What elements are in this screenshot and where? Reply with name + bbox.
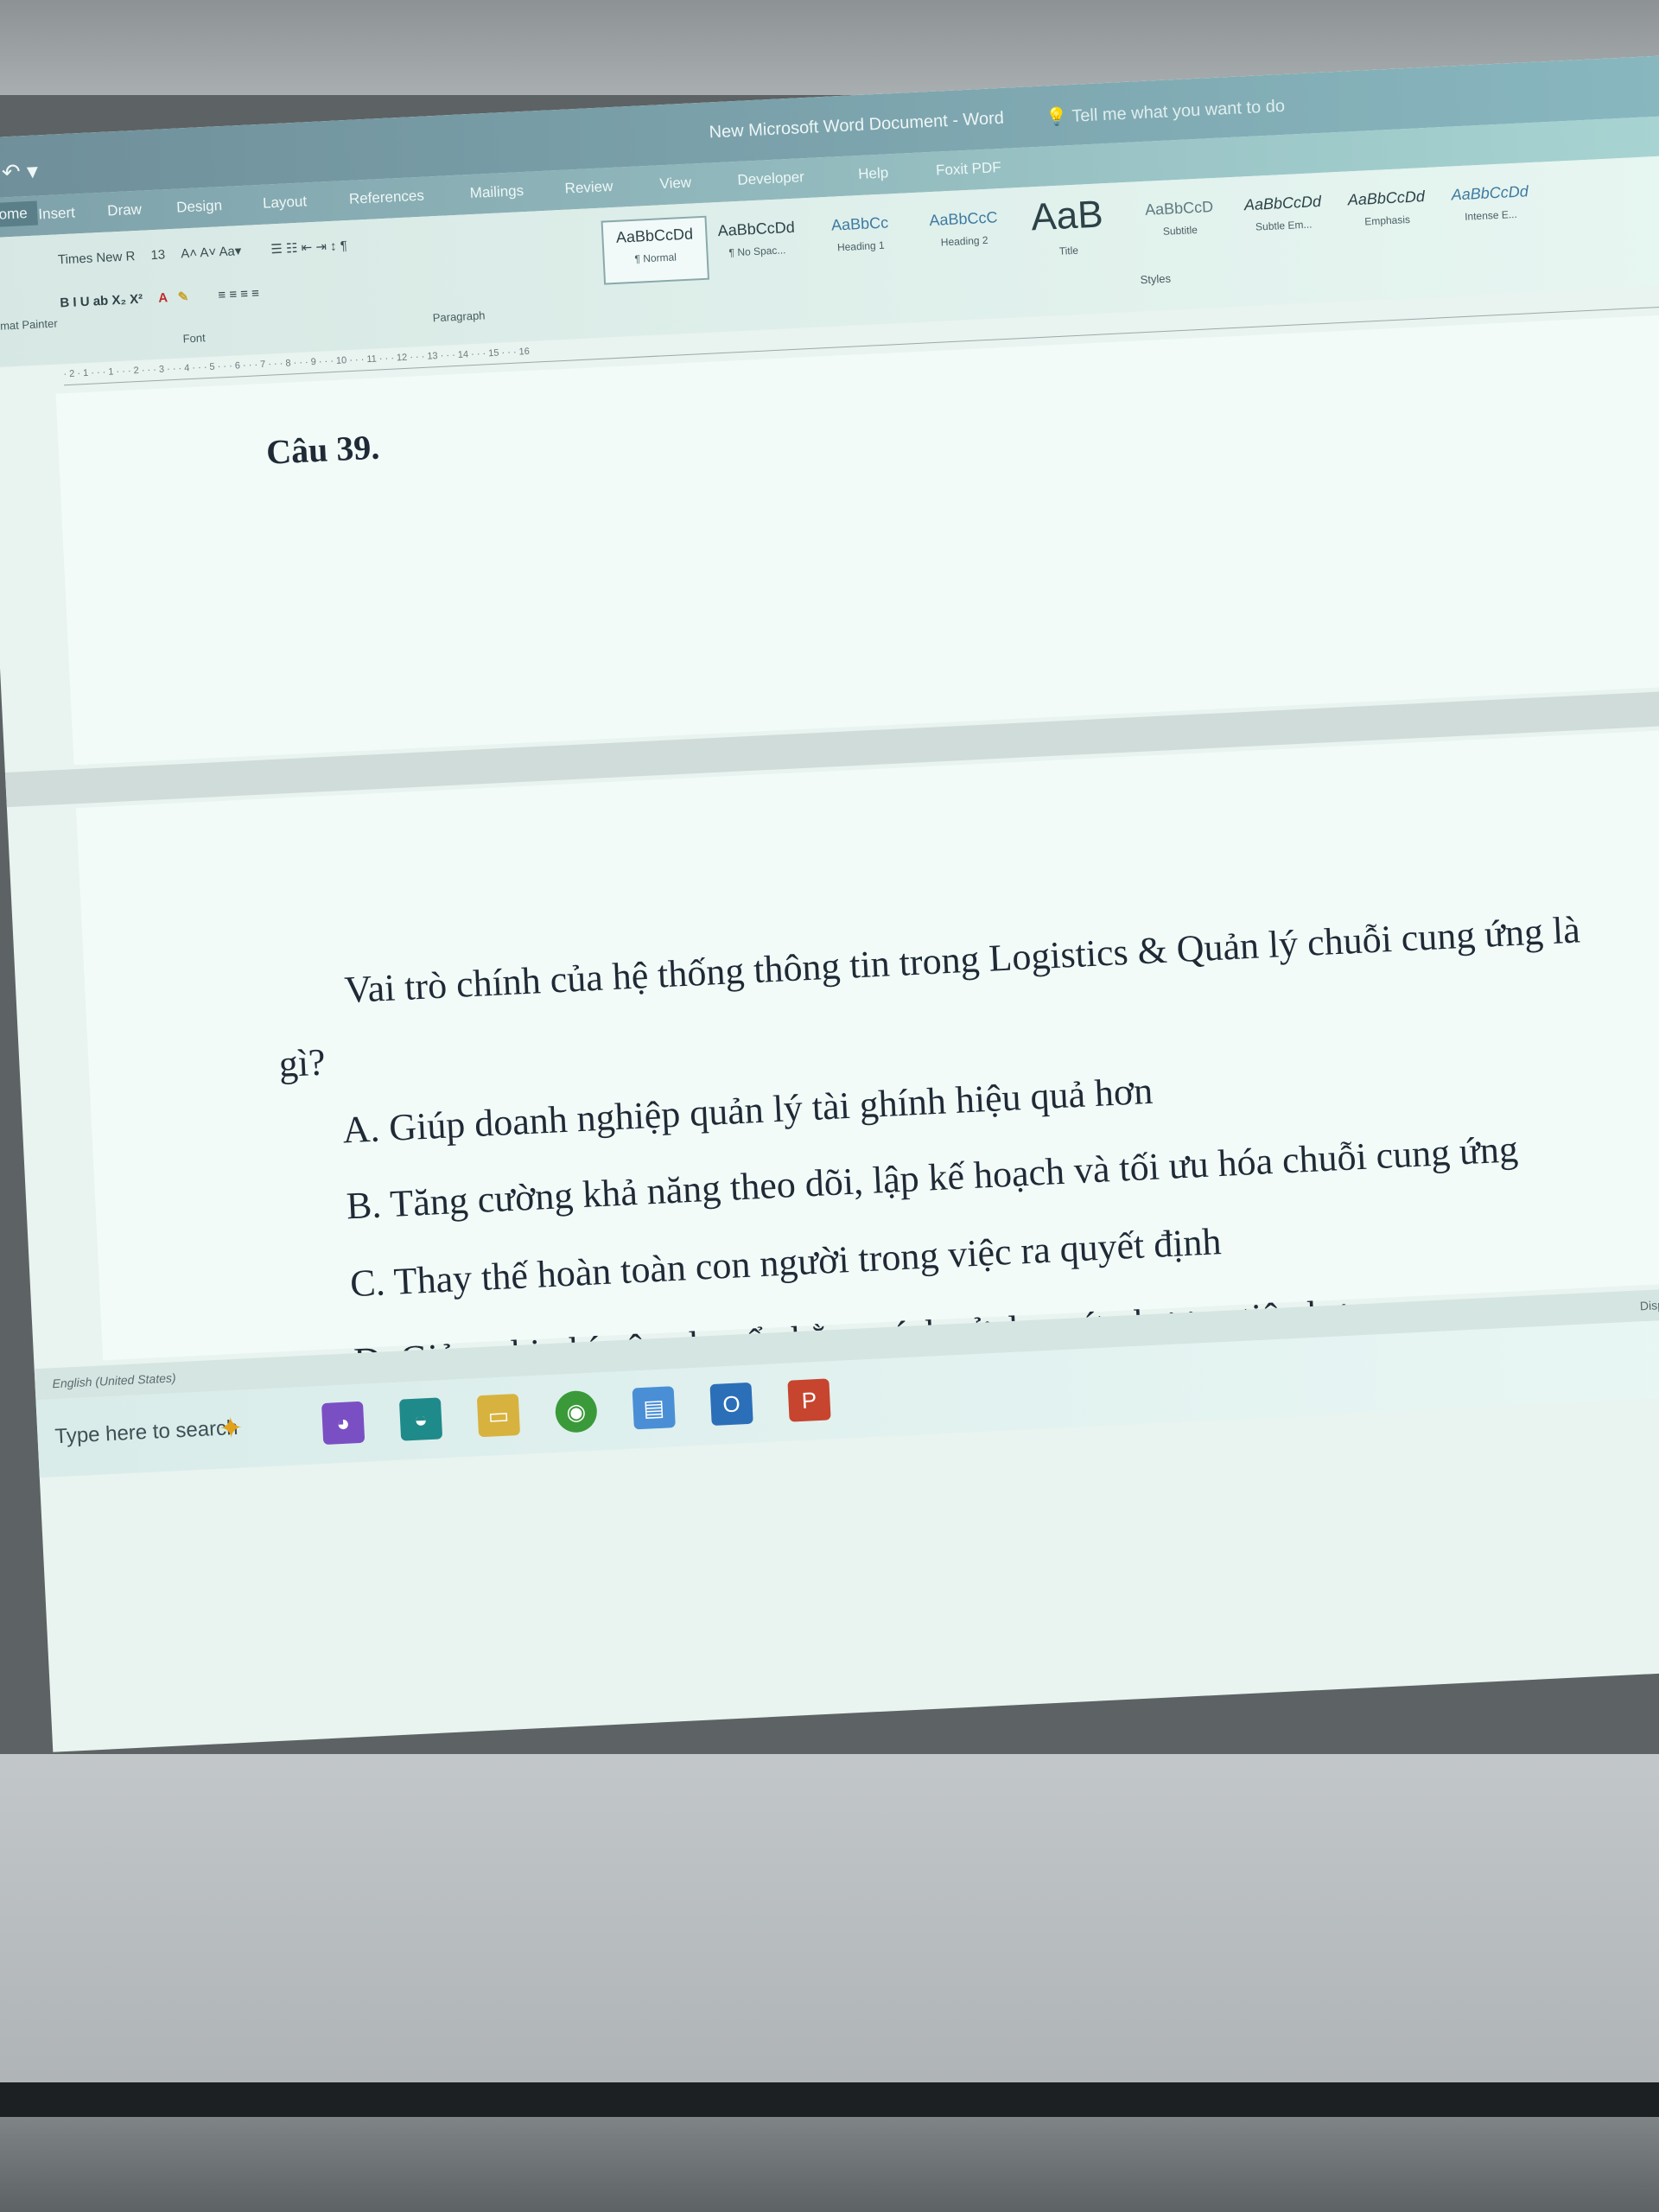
style-sample: AaBbCc [830, 213, 889, 234]
tab-view[interactable]: View [659, 175, 691, 194]
room-background [0, 2117, 1659, 2212]
calendar-app-icon[interactable]: ▤ [632, 1386, 676, 1430]
style-sample: AaBbCcDd [1451, 182, 1529, 204]
style-subtle-emphasis[interactable]: AaBbCcDd Subtle Em... [1231, 185, 1336, 251]
tell-me-text: Tell me what you want to do [1071, 96, 1286, 126]
tab-help[interactable]: Help [858, 164, 889, 183]
font-name-box[interactable]: Times New R [58, 249, 136, 267]
document-page-2[interactable]: Vai trò chính của hệ thống thông tin tro… [76, 728, 1659, 1382]
style-name: Subtitle [1162, 223, 1198, 238]
projector-screen-edge [0, 2082, 1659, 2117]
copilot-app-icon[interactable]: ◕ [321, 1401, 365, 1446]
tab-review[interactable]: Review [564, 178, 613, 198]
paragraph-list-icons[interactable]: ☰ ☷ ⇤ ⇥ ↕ ¶ [270, 238, 347, 257]
font-controls: Times New R 13 A˄ A˅ Aa▾ ☰ ☷ ⇤ ⇥ ↕ ¶ [58, 238, 348, 267]
file-explorer-icon[interactable]: ▭ [476, 1393, 521, 1438]
tab-design[interactable]: Design [176, 197, 223, 217]
edge-browser-icon[interactable]: ◒ [398, 1397, 443, 1441]
group-styles-label: Styles [1140, 271, 1172, 287]
chrome-browser-icon[interactable]: ◉ [554, 1389, 598, 1433]
format-buttons: B I U ab X₂ X² A ✎ ≡ ≡ ≡ ≡ [60, 285, 259, 310]
style-normal[interactable]: AaBbCcDd ¶ Normal [601, 215, 710, 285]
style-intense-emphasis[interactable]: AaBbCcDd Intense E... [1438, 175, 1542, 241]
tab-home[interactable]: Home [0, 200, 39, 228]
style-sample: AaBbCcD [1144, 198, 1214, 219]
outlook-icon[interactable]: O [709, 1382, 753, 1427]
style-name: Subtle Em... [1255, 218, 1313, 233]
style-sample: AaBbCcDd [1347, 188, 1426, 209]
question-title: Câu 39. [265, 427, 381, 472]
style-name: Emphasis [1363, 213, 1411, 228]
question-stem-line-2: gì? [277, 1040, 327, 1086]
style-sample: AaBbCcDd [615, 225, 694, 246]
font-color-icon[interactable]: A [158, 290, 168, 305]
style-sample: AaBbCcDd [1243, 192, 1322, 214]
document-page-1[interactable]: Câu 39. [55, 313, 1659, 766]
window-title: New Microsoft Word Document - Word [709, 108, 1005, 143]
style-name: Heading 1 [836, 238, 886, 254]
group-font-label: Font [182, 331, 206, 346]
bold-italic-underline-buttons[interactable]: B I U ab X₂ X² [60, 292, 143, 311]
projected-word-window: ↶ ▾ New Microsoft Word Document - Word 💡… [0, 54, 1659, 1752]
style-name: Intense E... [1464, 207, 1518, 223]
style-heading-1[interactable]: AaBbCc Heading 1 [808, 206, 912, 271]
font-size-box[interactable]: 13 [150, 247, 165, 263]
style-title[interactable]: AaB Title [1015, 193, 1120, 261]
projector-screen-margin [0, 1754, 1659, 2100]
grow-font-icon[interactable]: A˄ A˅ Aa▾ [181, 244, 242, 261]
copilot-sparkle-icon[interactable]: ✦ [209, 1407, 252, 1450]
tab-references[interactable]: References [348, 188, 424, 208]
tab-insert[interactable]: Insert [38, 204, 75, 223]
option-c: C. Thay thế hoàn toàn con người trong vi… [349, 1220, 1223, 1306]
style-sample: AaB [1030, 193, 1104, 239]
tab-mailings[interactable]: Mailings [469, 182, 524, 202]
style-name: Heading 2 [940, 233, 988, 249]
style-emphasis[interactable]: AaBbCcDd Emphasis [1335, 180, 1440, 245]
option-a: A. Giúp doanh nghiệp quản lý tài ghính h… [341, 1069, 1154, 1152]
style-heading-2[interactable]: AaBbCcC Heading 2 [912, 200, 1016, 266]
display-settings[interactable]: Display Settings [1640, 1295, 1659, 1313]
style-no-spacing[interactable]: AaBbCcDd ¶ No Spac... [704, 211, 809, 276]
group-paragraph-label: Paragraph [432, 308, 486, 325]
align-icons[interactable]: ≡ ≡ ≡ ≡ [218, 286, 259, 302]
style-name: ¶ Normal [634, 251, 677, 265]
style-subtitle[interactable]: AaBbCcD Subtitle [1128, 190, 1232, 256]
format-painter-label[interactable]: Format Painter [0, 317, 58, 334]
highlight-icon[interactable]: ✎ [177, 289, 188, 305]
style-name: ¶ No Spac... [728, 244, 786, 259]
style-name: Title [1058, 244, 1079, 257]
language-indicator[interactable]: English (United States) [52, 1370, 176, 1390]
tab-foxit-pdf[interactable]: Foxit PDF [936, 159, 1001, 180]
tab-developer[interactable]: Developer [737, 168, 804, 189]
question-stem-line-1: Vai trò chính của hệ thống thông tin tro… [343, 908, 1581, 1012]
tab-layout[interactable]: Layout [263, 193, 308, 212]
tell-me-search[interactable]: 💡 Tell me what you want to do [1046, 95, 1286, 128]
style-sample: AaBbCcC [928, 208, 998, 230]
style-sample: AaBbCcDd [717, 218, 796, 240]
undo-icon[interactable]: ↶ ▾ [1, 157, 39, 186]
tab-draw[interactable]: Draw [107, 201, 143, 220]
powerpoint-icon[interactable]: P [787, 1378, 831, 1422]
